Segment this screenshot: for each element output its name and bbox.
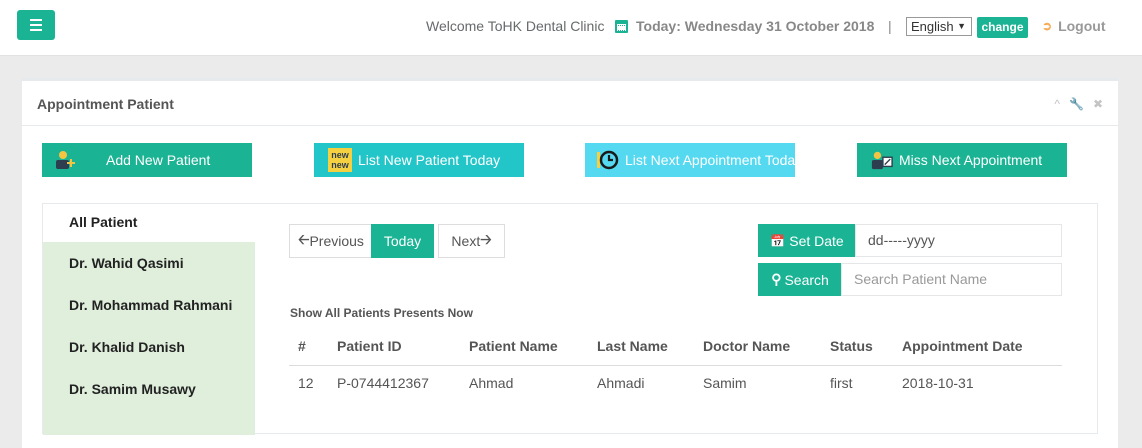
header-separator: | — [888, 18, 892, 34]
column-header: Patient Name — [460, 328, 588, 366]
patient-listing-area: All Patient Dr. Wahid Qasimi Dr. Mohamma… — [42, 203, 1098, 435]
panel-tools: ^ 🔧 ✖ — [1054, 97, 1103, 111]
date-input[interactable]: dd-----yyyy — [855, 224, 1062, 257]
next-label: Next — [451, 233, 481, 249]
table-cell: 12 — [298, 374, 314, 391]
column-header: Patient ID — [328, 328, 460, 366]
previous-button[interactable]: 🡠 Previous — [289, 224, 373, 258]
calendar-icon: 📅 — [770, 233, 786, 248]
doctor-item-khalid-danish[interactable]: Dr. Khalid Danish — [43, 326, 255, 368]
column-header: Status — [821, 328, 893, 366]
clock-icon — [597, 149, 619, 171]
doctor-item-all-patient[interactable]: All Patient — [43, 204, 255, 242]
search-label: Search — [784, 271, 829, 288]
column-header: Appointment Date — [893, 328, 1062, 366]
top-navbar: Welcome ToHK Dental Clinic Today: Wednes… — [0, 0, 1142, 56]
arrow-left-icon: 🡠 — [298, 231, 310, 247]
sign-out-icon: ➲ — [1042, 19, 1053, 33]
table-cell: P-0744412367 — [337, 374, 429, 391]
today-button[interactable]: Today — [371, 224, 434, 258]
previous-label: Previous — [309, 233, 364, 249]
list-next-appointment-label: List Next Appointment Toda — [625, 152, 795, 168]
miss-next-appointment-button[interactable]: Miss Next Appointment — [857, 143, 1067, 177]
logout-link[interactable]: ➲ Logout — [1042, 18, 1105, 34]
panel-title: Appointment Patient — [37, 96, 174, 112]
list-new-patient-today-button[interactable]: new new List New Patient Today — [314, 143, 524, 177]
table-cell: Ahmad — [469, 374, 514, 391]
search-icon: ⚲ — [771, 271, 782, 287]
list-next-appointment-button[interactable]: List Next Appointment Toda — [585, 143, 795, 177]
menu-toggle-button[interactable] — [17, 10, 55, 40]
hamburger-icon — [30, 19, 42, 21]
doctor-list: All Patient Dr. Wahid Qasimi Dr. Mohamma… — [43, 204, 255, 435]
section-label: Show All Patients Presents Now — [290, 306, 473, 320]
close-icon[interactable]: ✖ — [1093, 97, 1103, 111]
logout-label: Logout — [1058, 18, 1106, 34]
table-cell: Samim — [703, 374, 747, 391]
dropdown-caret-icon: ▼ — [957, 21, 966, 31]
add-user-icon — [54, 149, 76, 171]
wrench-icon[interactable]: 🔧 — [1069, 97, 1084, 111]
set-date-button[interactable]: 📅 Set Date — [758, 224, 856, 257]
calendar-icon — [615, 19, 628, 33]
collapse-chevron-icon[interactable]: ^ — [1054, 97, 1060, 111]
column-header: Doctor Name — [694, 328, 821, 366]
patients-table: # Patient ID Patient Name Last Name Doct… — [289, 328, 1062, 400]
language-value: English — [911, 19, 954, 34]
doctor-item-samim-musawy[interactable]: Dr. Samim Musawy — [43, 368, 255, 410]
miss-next-appointment-label: Miss Next Appointment — [899, 152, 1043, 168]
appointment-panel: Appointment Patient ^ 🔧 ✖ Add New Patien… — [22, 78, 1118, 448]
table-cell: first — [830, 374, 853, 391]
search-button[interactable]: ⚲ Search — [758, 263, 842, 296]
set-date-label: Set Date — [789, 232, 844, 249]
new-badge-icon: new new — [328, 148, 352, 172]
doctor-board-icon — [871, 149, 893, 171]
add-new-patient-button[interactable]: Add New Patient — [42, 143, 252, 177]
table-row[interactable]: 12 P-0744412367 Ahmad Ahmadi Samim first… — [289, 365, 1062, 400]
add-new-patient-label: Add New Patient — [106, 152, 211, 168]
table-cell: 2018-10-31 — [902, 374, 974, 391]
change-language-button[interactable]: change — [977, 17, 1028, 38]
panel-header: Appointment Patient ^ 🔧 ✖ — [22, 81, 1118, 126]
doctor-item-mohammad-rahmani[interactable]: Dr. Mohammad Rahmani — [43, 284, 255, 326]
list-new-patient-today-label: List New Patient Today — [358, 152, 501, 168]
today-date: Today: Wednesday 31 October 2018 — [615, 18, 874, 34]
doctor-item-wahid-qasimi[interactable]: Dr. Wahid Qasimi — [43, 242, 255, 284]
column-header: # — [289, 328, 328, 366]
search-input[interactable]: Search Patient Name — [841, 263, 1062, 296]
language-select[interactable]: English ▼ — [906, 17, 972, 36]
table-cell: Ahmadi — [597, 374, 645, 391]
today-date-text: Today: Wednesday 31 October 2018 — [636, 18, 875, 34]
next-button[interactable]: Next 🡢 — [438, 224, 505, 258]
column-header: Last Name — [588, 328, 694, 366]
welcome-message: Welcome ToHK Dental Clinic — [426, 18, 605, 34]
arrow-right-icon: 🡢 — [480, 231, 492, 247]
table-header-row: # Patient ID Patient Name Last Name Doct… — [289, 328, 1062, 366]
